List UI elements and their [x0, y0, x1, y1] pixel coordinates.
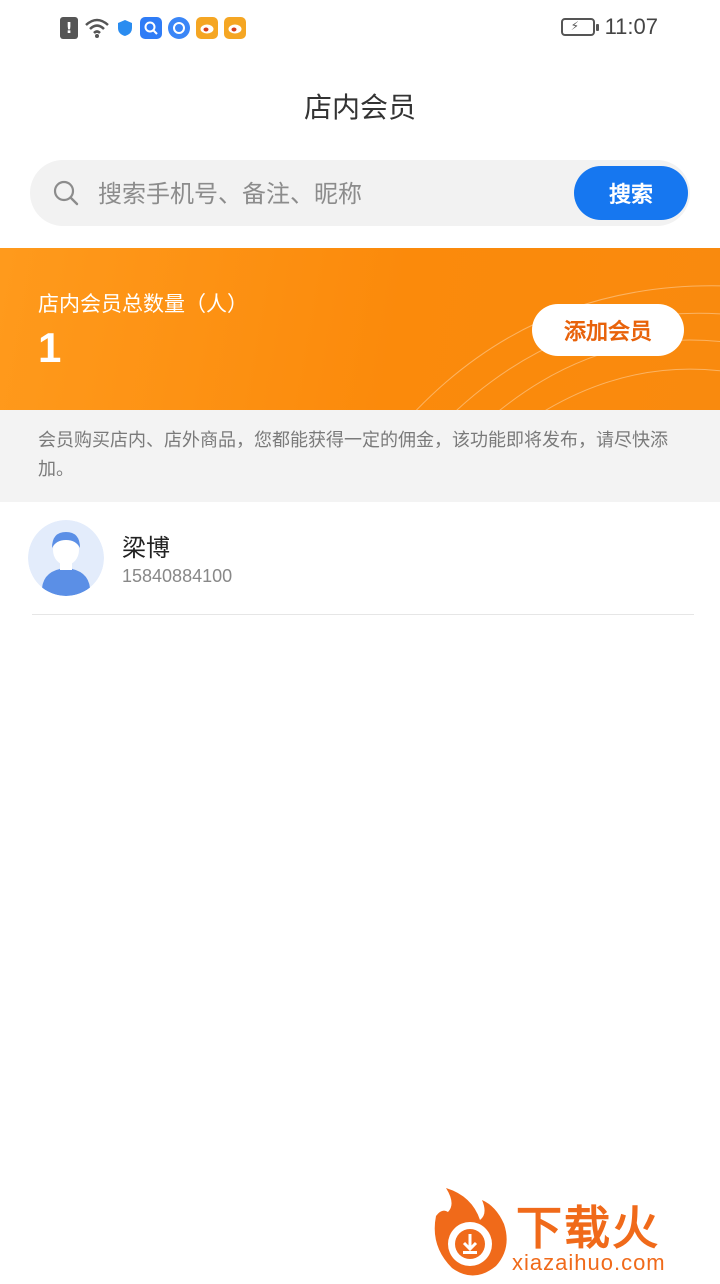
app-notification-icon: [140, 17, 162, 39]
watermark-logo: 下载火 xiazaihuo.com: [426, 1186, 716, 1280]
alert-icon: !: [60, 17, 78, 39]
status-right: ⚡ 11:07: [560, 14, 658, 40]
flame-logo-icon: [434, 1188, 507, 1276]
member-phone: 15840884100: [122, 566, 233, 586]
status-icons: !: [60, 17, 246, 39]
watermark-url: xiazaihuo.com: [512, 1250, 666, 1275]
battery-icon: ⚡: [560, 18, 599, 36]
member-summary-banner: 店内会员总数量（人） 1 添加会员: [0, 248, 720, 410]
member-list-item[interactable]: 梁博 15840884100: [28, 502, 694, 615]
search-icon: [52, 179, 80, 207]
shield-icon: [116, 17, 134, 39]
avatar: [28, 520, 104, 596]
search-button[interactable]: 搜索: [574, 166, 688, 220]
search-bar: 搜索: [30, 160, 690, 226]
member-name: 梁博: [122, 534, 170, 562]
wifi-icon: [84, 17, 110, 39]
weibo-icon: [224, 17, 246, 39]
notice-text: 会员购买店内、店外商品，您都能获得一定的佣金，该功能即将发布，请尽快添加。: [0, 410, 720, 502]
page-title: 店内会员: [303, 91, 416, 124]
member-total-label: 店内会员总数量（人）: [38, 292, 248, 316]
member-total-count: 1: [38, 324, 62, 371]
watermark-name: 下载火: [516, 1201, 660, 1255]
app-notification-icon: [168, 17, 190, 39]
search-input[interactable]: [96, 172, 570, 216]
weibo-icon: [196, 17, 218, 39]
status-bar: ! ⚡ 11:07: [0, 0, 720, 58]
status-time: 11:07: [604, 14, 658, 39]
add-member-button[interactable]: 添加会员: [532, 304, 684, 356]
